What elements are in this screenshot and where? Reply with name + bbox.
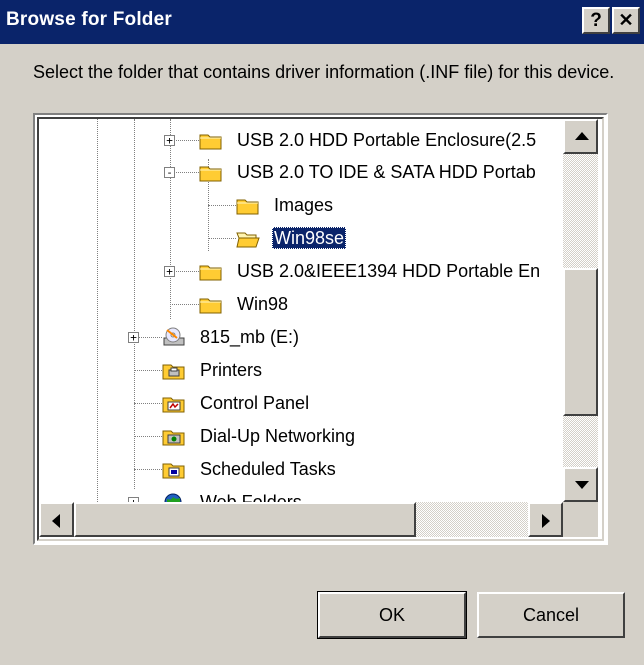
tree-item-label[interactable]: USB 2.0&IEEE1394 HDD Portable En [235, 260, 542, 282]
window-title: Browse for Folder [6, 9, 172, 30]
expand-icon[interactable]: + [128, 332, 139, 343]
tree-item-label[interactable]: Control Panel [198, 392, 311, 414]
open-folder-icon [236, 228, 260, 248]
expand-icon[interactable]: + [164, 135, 175, 146]
close-icon: ✕ [618, 10, 634, 30]
tree-item-label[interactable]: USB 2.0 HDD Portable Enclosure(2.5 [235, 129, 538, 151]
vertical-scrollbar[interactable] [563, 119, 598, 502]
scheduled-tasks-icon [162, 459, 186, 479]
instruction-text: Select the folder that contains driver i… [33, 62, 615, 82]
tree-item-label[interactable]: Printers [198, 359, 264, 381]
tree-item-label[interactable]: Dial-Up Networking [198, 425, 357, 447]
web-folders-icon [162, 492, 186, 502]
expand-icon[interactable]: + [164, 266, 175, 277]
scroll-left-button[interactable] [39, 502, 74, 537]
tree-item-label[interactable]: USB 2.0 TO IDE & SATA HDD Portab [235, 161, 538, 183]
tree-item-label[interactable]: 815_mb (E:) [198, 326, 301, 348]
tree-item-label[interactable]: Web Folders [198, 491, 304, 502]
control-panel-icon [162, 393, 186, 413]
tree-item-label[interactable]: Scheduled Tasks [198, 458, 338, 480]
scroll-right-button[interactable] [528, 502, 563, 537]
close-button[interactable]: ✕ [612, 7, 640, 34]
tree-item-label[interactable]: Win98se [272, 227, 347, 249]
collapse-icon[interactable]: - [164, 167, 175, 178]
arrow-right-icon [542, 514, 550, 528]
arrow-left-icon [52, 514, 60, 528]
folder-tree[interactable]: + USB 2.0 HDD Portable Enclosure(2.5 - USB … [37, 117, 604, 541]
scroll-down-button[interactable] [563, 467, 598, 502]
printers-folder-icon [162, 360, 186, 380]
vertical-scroll-thumb[interactable] [563, 268, 598, 416]
help-button[interactable]: ? [582, 7, 610, 34]
folder-tree-frame: + USB 2.0 HDD Portable Enclosure(2.5 - USB … [33, 113, 608, 545]
cd-drive-icon [162, 327, 186, 347]
dialup-networking-icon [162, 426, 186, 446]
tree-view[interactable]: + USB 2.0 HDD Portable Enclosure(2.5 - USB … [39, 119, 563, 502]
tree-item-label[interactable]: Win98 [235, 293, 290, 315]
arrow-up-icon [575, 132, 589, 140]
tree-item-label[interactable]: Images [272, 194, 335, 216]
folder-icon [199, 130, 223, 150]
horizontal-scroll-thumb[interactable] [74, 502, 416, 537]
folder-icon [199, 162, 223, 182]
cancel-button[interactable]: Cancel [477, 592, 625, 638]
scrollbar-corner [563, 502, 598, 537]
title-bar[interactable]: Browse for Folder ? ✕ [0, 0, 644, 44]
folder-icon [199, 294, 223, 314]
folder-icon [236, 195, 260, 215]
scroll-up-button[interactable] [563, 119, 598, 154]
horizontal-scrollbar[interactable] [39, 502, 563, 537]
arrow-down-icon [575, 481, 589, 489]
folder-icon [199, 261, 223, 281]
ok-button[interactable]: OK [317, 591, 467, 639]
